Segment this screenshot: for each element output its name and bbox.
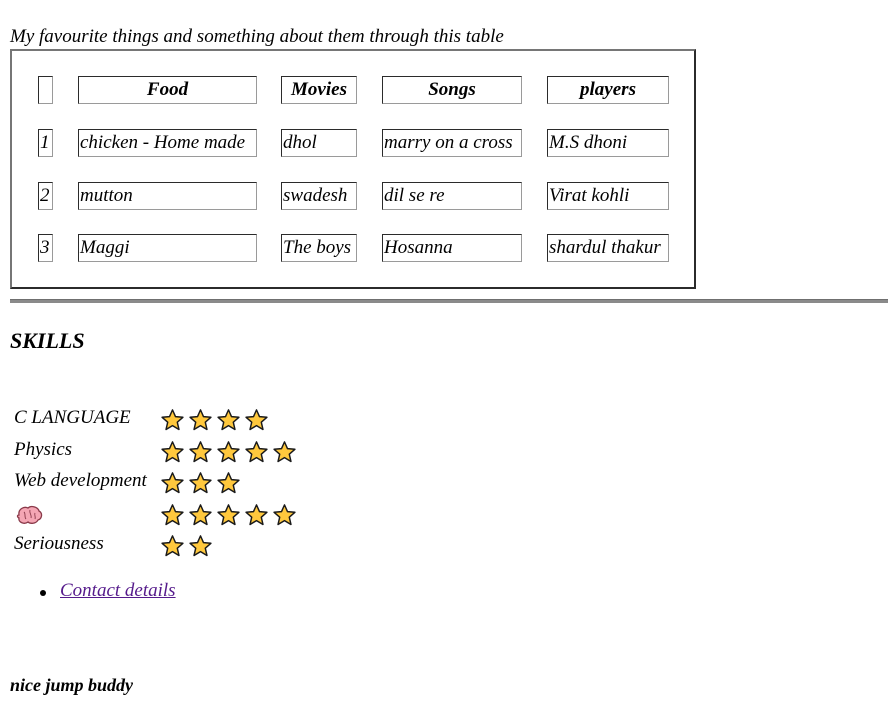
star-icon [161, 472, 184, 494]
skill-label-web-development: Web development [14, 470, 147, 491]
skill-stars-brain [160, 503, 297, 528]
list-bullet [40, 590, 46, 596]
header-cell-movies: Movies [281, 76, 357, 104]
star-icon [217, 441, 240, 463]
star-icon [273, 441, 296, 463]
table-cell-row3-players: shardul thakur [547, 234, 669, 262]
star-icon [189, 409, 212, 431]
brain-icon [16, 505, 43, 524]
table-cell-row1-movies: dhol [281, 129, 357, 157]
horizontal-rule [10, 299, 888, 303]
star-icon [189, 472, 212, 494]
header-cell-food: Food [78, 76, 257, 104]
star-icon [245, 441, 268, 463]
star-icon [245, 504, 268, 526]
contact-details-link[interactable]: Contact details [60, 580, 176, 602]
table-cell-row3-movies: The boys [281, 234, 357, 262]
header-cell-index [38, 76, 53, 104]
skill-label-c-language: C LANGUAGE [14, 407, 131, 428]
star-icon [189, 441, 212, 463]
table-cell-row3-songs: Hosanna [382, 234, 522, 262]
skill-stars-physics [160, 440, 297, 465]
table-cell-row1-players: M.S dhoni [547, 129, 669, 157]
skill-stars-web-development [160, 471, 241, 496]
star-icon [161, 504, 184, 526]
table-cell-row1-songs: marry on a cross [382, 129, 522, 157]
table-cell-row2-movies: swadesh [281, 182, 357, 210]
star-icon [217, 504, 240, 526]
table-cell-row2-food: mutton [78, 182, 257, 210]
star-icon [161, 409, 184, 431]
table-cell-row3-index: 3 [38, 234, 53, 262]
favourites-table: Food Movies Songs players 1 chicken - Ho… [10, 49, 696, 289]
star-icon [161, 535, 184, 557]
table-cell-row2-songs: dil se re [382, 182, 522, 210]
skill-label-physics: Physics [14, 439, 73, 460]
skill-stars-seriousness [160, 534, 213, 559]
star-icon [217, 472, 240, 494]
header-cell-players: players [547, 76, 669, 104]
skill-label-seriousness: Seriousness [14, 533, 104, 554]
table-cell-row2-index: 2 [38, 182, 53, 210]
table-caption: My favourite things and something about … [10, 26, 504, 47]
table-cell-row2-players: Virat kohli [547, 182, 669, 210]
star-icon [161, 441, 184, 463]
star-icon [217, 409, 240, 431]
table-cell-row3-food: Maggi [78, 234, 257, 262]
star-icon [273, 504, 296, 526]
header-cell-songs: Songs [382, 76, 522, 104]
star-icon [189, 535, 212, 557]
skills-heading: SKILLS [10, 328, 85, 353]
star-icon [189, 504, 212, 526]
star-icon [245, 409, 268, 431]
footer-text: nice jump buddy [10, 675, 134, 695]
skill-stars-c-language [160, 408, 269, 433]
table-cell-row1-food: chicken - Home made [78, 129, 257, 157]
table-cell-row1-index: 1 [38, 129, 53, 157]
